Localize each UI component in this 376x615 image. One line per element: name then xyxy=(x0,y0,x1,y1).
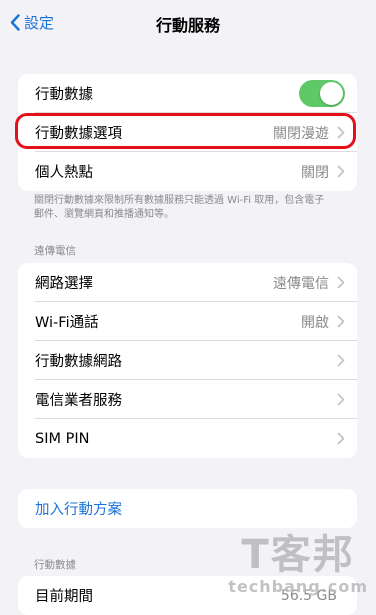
cellular-footnote: 關閉行動數據來限制所有數據服務只能透過 Wi-Fi 取用，包含電子郵件、瀏覽網頁… xyxy=(34,195,325,220)
watermark-logo: T客邦 xyxy=(241,532,355,578)
cellular-group: 行動數據 行動數據選項 關閉漫遊 個人熱點 關閉 xyxy=(18,74,357,191)
cellular-data-network-label: 行動數據網路 xyxy=(35,354,122,370)
cellular-data-options-row[interactable]: 行動數據選項 關閉漫遊 xyxy=(18,113,357,152)
chevron-right-icon xyxy=(337,432,345,445)
cellular-data-options-value: 關閉漫遊 xyxy=(273,125,329,142)
carrier-services-row[interactable]: 電信業者服務 xyxy=(18,380,357,419)
cellular-data-toggle[interactable] xyxy=(299,80,345,107)
personal-hotspot-row[interactable]: 個人熱點 關閉 xyxy=(18,152,357,191)
chevron-right-icon xyxy=(337,165,345,178)
watermark-text: techbang.com xyxy=(228,577,368,596)
cellular-data-label: 行動數據 xyxy=(35,87,93,103)
cellular-data-row: 行動數據 xyxy=(18,74,357,113)
sim-pin-row[interactable]: SIM PIN xyxy=(18,419,357,458)
watermark: T客邦 techbang.com xyxy=(228,533,368,596)
chevron-right-icon xyxy=(337,393,345,406)
add-plan-row[interactable]: 加入行動方案 xyxy=(18,489,357,528)
network-selection-label: 網路選擇 xyxy=(35,276,93,292)
navigation-bar: 設定 行動服務 xyxy=(0,0,376,44)
chevron-right-icon xyxy=(337,315,345,328)
cellular-data-options-label: 行動數據選項 xyxy=(35,126,122,142)
page-title: 行動服務 xyxy=(155,16,220,35)
wifi-calling-row[interactable]: Wi-Fi通話 開啟 xyxy=(18,302,357,341)
personal-hotspot-value: 關閉 xyxy=(301,164,329,181)
add-cellular-plan-link[interactable]: 加入行動方案 xyxy=(35,498,345,519)
data-section-header: 行動數據 xyxy=(34,559,76,571)
carrier-group: 網路選擇 遠傳電信 Wi-Fi通話 開啟 行動數據網路 電信業者服務 SIM P… xyxy=(18,263,357,458)
wifi-calling-value: 開啟 xyxy=(301,314,329,331)
wifi-calling-label: Wi-Fi通話 xyxy=(35,315,99,331)
add-plan-group: 加入行動方案 xyxy=(18,489,357,528)
chevron-right-icon xyxy=(337,354,345,367)
network-selection-row[interactable]: 網路選擇 遠傳電信 xyxy=(18,263,357,302)
toggle-knob xyxy=(320,82,343,105)
sim-pin-label: SIM PIN xyxy=(35,430,90,447)
personal-hotspot-label: 個人熱點 xyxy=(35,165,93,181)
cellular-data-network-row[interactable]: 行動數據網路 xyxy=(18,341,357,380)
chevron-right-icon xyxy=(337,126,345,139)
chevron-right-icon xyxy=(337,276,345,289)
carrier-services-label: 電信業者服務 xyxy=(35,393,122,409)
carrier-section-header: 遠傳電信 xyxy=(34,245,76,257)
network-selection-value: 遠傳電信 xyxy=(273,275,329,292)
